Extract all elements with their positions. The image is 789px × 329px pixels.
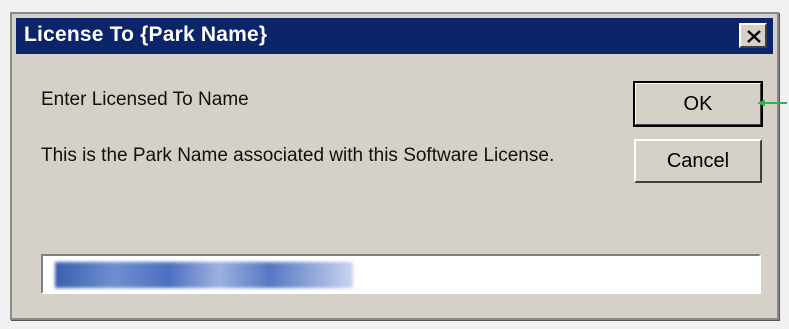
close-icon: [747, 30, 761, 43]
ok-button[interactable]: OK: [633, 81, 763, 127]
dialog-title: License To {Park Name}: [24, 23, 268, 46]
license-dialog: License To {Park Name} Enter Licensed To…: [10, 12, 779, 320]
licensed-to-name-input[interactable]: [41, 254, 761, 294]
title-bar[interactable]: License To {Park Name}: [16, 18, 773, 54]
redacted-value: [55, 262, 353, 288]
arrow-pointer-icon: [757, 99, 787, 107]
cancel-button[interactable]: Cancel: [634, 139, 762, 183]
prompt-label: Enter Licensed To Name: [41, 89, 249, 110]
description-text: This is the Park Name associated with th…: [41, 145, 555, 166]
close-button[interactable]: [739, 23, 767, 48]
